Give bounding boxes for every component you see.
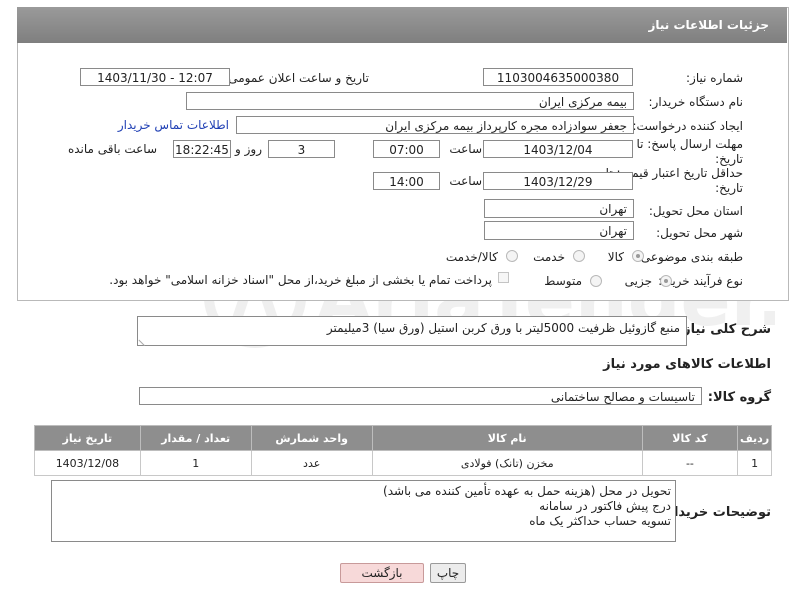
deadline-time-label: ساعت xyxy=(449,142,482,156)
remaining-label: ساعت باقی مانده xyxy=(67,142,157,156)
category-option-both: کالا/خدمت xyxy=(445,250,498,264)
announce-field[interactable]: 1403/11/30 - 12:07 xyxy=(80,68,230,86)
page-title: جزئیات اطلاعات نیاز xyxy=(648,18,769,32)
col-unit: واحد شمارش xyxy=(250,425,373,451)
category-option-service: خدمت xyxy=(533,250,565,264)
announce-label: تاریخ و ساعت اعلان عمومی: xyxy=(224,71,369,85)
deadline-time-field[interactable]: 07:00 xyxy=(373,140,440,158)
province-label: استان محل تحویل: xyxy=(648,204,743,218)
buyer-org-field[interactable]: بیمه مرکزی ایران xyxy=(186,92,634,110)
back-button[interactable]: بازگشت xyxy=(340,563,424,583)
process-option-minor: جزیی xyxy=(624,274,652,288)
buyer-notes-field[interactable]: تحویل در محل (هزینه حمل به عهده تأمین کن… xyxy=(51,480,676,542)
cell-date: 1403/12/08 xyxy=(34,450,141,476)
deadline-label-1: مهلت ارسال پاسخ: تا xyxy=(636,137,743,151)
summary-label: شرح کلی نیاز: xyxy=(677,322,771,337)
category-radio-both[interactable] xyxy=(506,250,518,262)
cell-name: مخزن (تانک) فولادی xyxy=(371,450,643,476)
requester-field[interactable]: جعفر سوادزاده مجره کارپرداز بیمه مرکزی ا… xyxy=(236,116,634,134)
col-date: تاریخ نیاز xyxy=(34,425,141,451)
goods-group-field[interactable]: تاسیسات و مصالح ساختمانی xyxy=(139,387,702,405)
category-label: طبقه بندی موضوعی: xyxy=(636,250,743,264)
cell-row: 1 xyxy=(737,450,772,476)
buyer-org-label: نام دستگاه خریدار: xyxy=(648,95,744,109)
category-option-goods: کالا xyxy=(607,250,624,264)
process-option-medium: متوسط xyxy=(544,274,582,288)
province-field[interactable]: تهران xyxy=(484,199,634,218)
deadline-label-2: تاریخ: xyxy=(715,152,743,166)
summary-field[interactable]: منبع گازوئیل ظرفیت 5000لیتر با ورق کربن … xyxy=(137,316,687,346)
process-radio-medium[interactable] xyxy=(590,275,602,287)
city-label: شهر محل تحویل: xyxy=(656,226,743,240)
validity-time-field[interactable]: 14:00 xyxy=(373,172,440,190)
city-field[interactable]: تهران xyxy=(484,221,634,240)
table-row[interactable]: 1 -- مخزن (تانک) فولادی عدد 1 1403/12/08 xyxy=(34,450,772,476)
goods-section-title: اطلاعات کالاهای مورد نیاز xyxy=(603,357,771,372)
days-label: روز و xyxy=(235,142,262,156)
buyer-note-line: درج پیش فاکتور در سامانه xyxy=(539,499,671,513)
print-button[interactable]: چاپ xyxy=(430,563,466,583)
col-name: نام کالا xyxy=(371,425,643,451)
requester-label: ایجاد کننده درخواست: xyxy=(632,119,743,133)
validity-time-label: ساعت xyxy=(449,174,482,188)
validity-date-field[interactable]: 1403/12/29 xyxy=(483,172,633,190)
need-number-label: شماره نیاز: xyxy=(686,71,743,85)
category-radio-service[interactable] xyxy=(573,250,585,262)
contact-info-link[interactable]: اطلاعات تماس خریدار xyxy=(118,118,229,132)
category-radio-goods[interactable] xyxy=(632,250,644,262)
process-radio-minor[interactable] xyxy=(660,275,672,287)
days-field[interactable]: 3 xyxy=(268,140,335,158)
cell-unit: عدد xyxy=(250,450,373,476)
cell-qty: 1 xyxy=(139,450,252,476)
remaining-time-field[interactable]: 18:22:45 xyxy=(173,140,231,158)
items-table: ردیف کد کالا نام کالا واحد شمارش تعداد /… xyxy=(34,425,772,476)
goods-group-label: گروه کالا: xyxy=(707,390,771,405)
table-header-row: ردیف کد کالا نام کالا واحد شمارش تعداد /… xyxy=(34,425,772,451)
buyer-note-line: تسویه حساب حداکثر یک ماه xyxy=(529,514,671,528)
col-row: ردیف xyxy=(737,425,772,451)
panel-header: جزئیات اطلاعات نیاز xyxy=(17,7,787,43)
cell-code: -- xyxy=(641,450,739,476)
col-qty: تعداد / مقدار xyxy=(139,425,252,451)
payment-checkbox[interactable] xyxy=(498,272,509,283)
buyer-notes-label: توضیحات خریدار: xyxy=(661,505,771,520)
deadline-date-field[interactable]: 1403/12/04 xyxy=(483,140,633,158)
need-number-field[interactable]: 1103004635000380 xyxy=(483,68,633,86)
payment-note: پرداخت تمام یا بخشی از مبلغ خرید،از محل … xyxy=(109,273,492,287)
col-code: کد کالا xyxy=(641,425,739,451)
validity-label-2: تاریخ: xyxy=(715,181,743,195)
buyer-note-line: تحویل در محل (هزینه حمل به عهده تأمین کن… xyxy=(383,484,671,498)
